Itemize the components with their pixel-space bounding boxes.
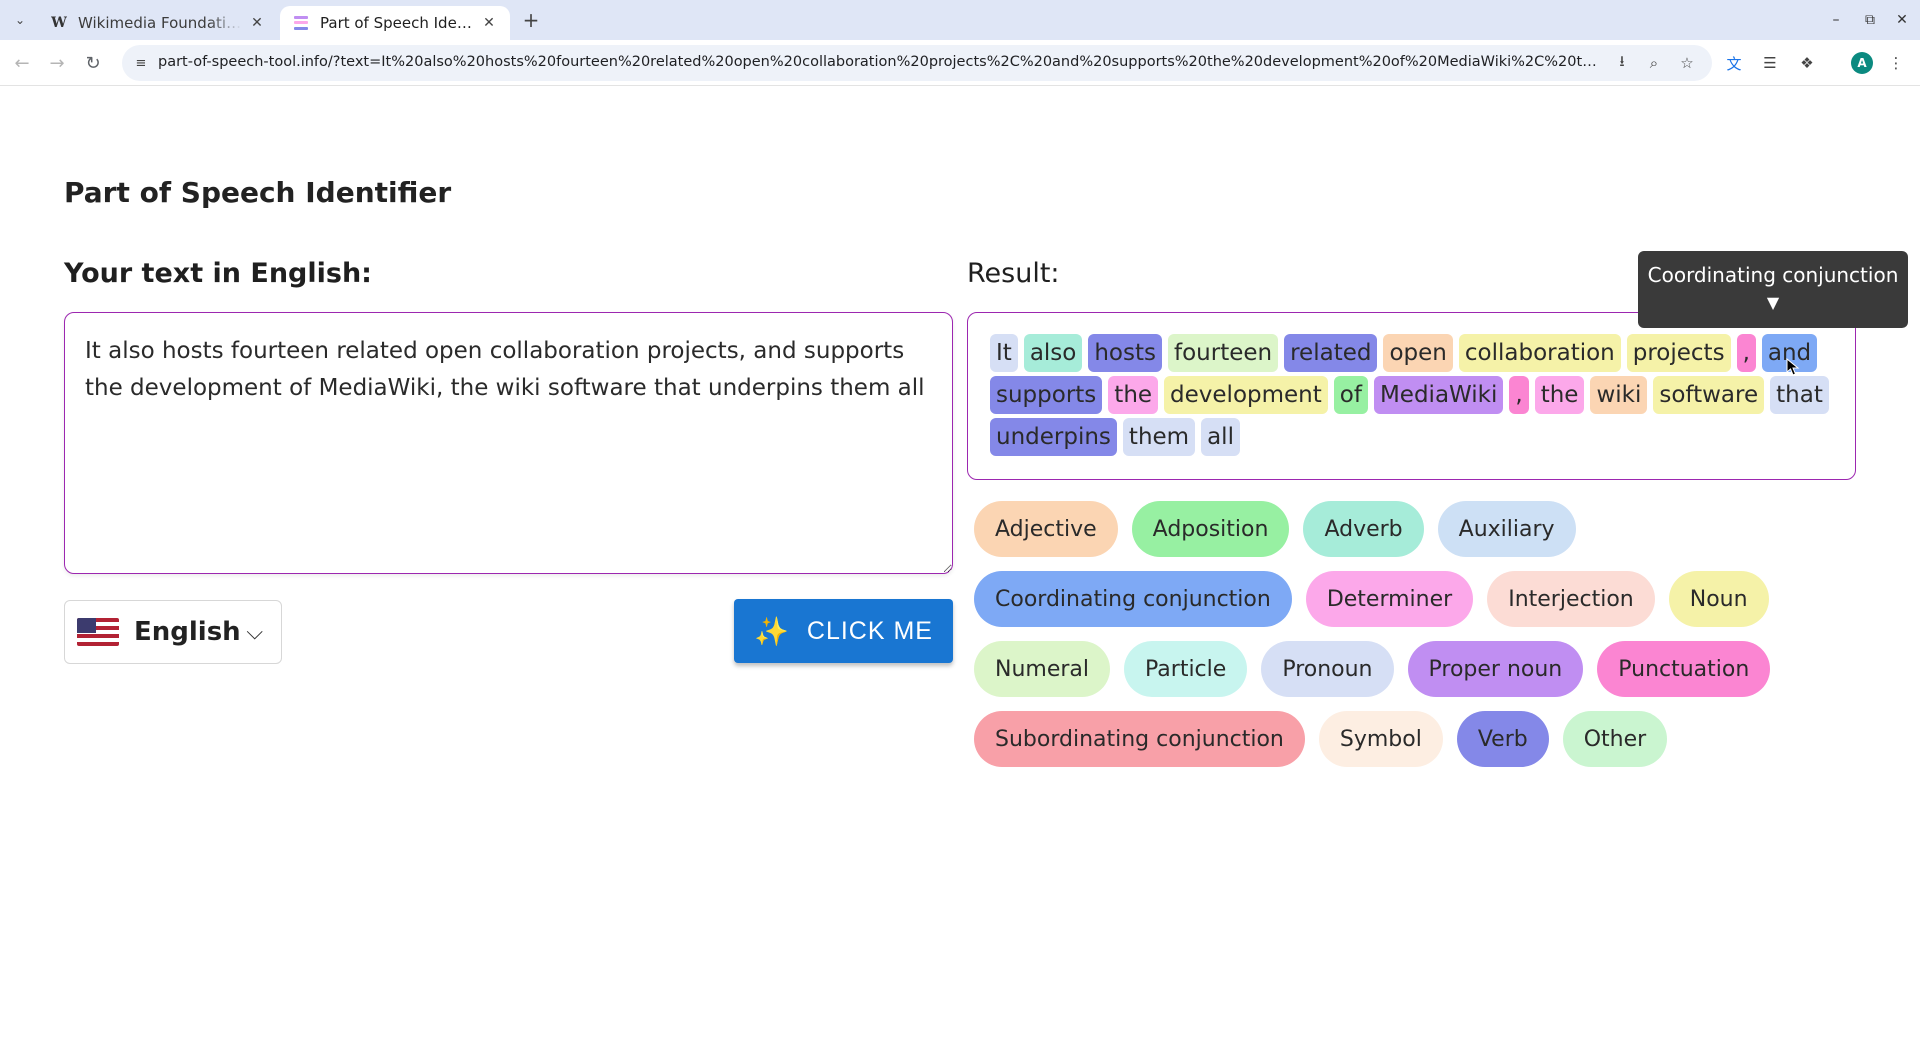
legend-chip: Adposition xyxy=(1131,501,1290,557)
result-box: It also hosts fourteen related open collaborat… xyxy=(967,312,1856,480)
legend-chip: Verb xyxy=(1456,711,1549,767)
result-token[interactable]: , xyxy=(1509,376,1529,414)
install-app-icon[interactable]: ⭳ xyxy=(1612,52,1632,73)
result-heading: Result: xyxy=(967,258,1060,289)
result-token[interactable]: that xyxy=(1770,376,1829,414)
click-me-label: CLICK ME xyxy=(806,616,933,645)
legend-chip: Adjective xyxy=(974,501,1118,557)
result-token[interactable]: also xyxy=(1023,334,1083,372)
kebab-menu-icon[interactable]: ⋮ xyxy=(1884,51,1908,75)
pos-legend: Adjective Adposition Adverb Auxiliary Coordi… xyxy=(974,501,1854,767)
site-info-icon[interactable]: ≡ xyxy=(132,54,150,72)
legend-chip: Pronoun xyxy=(1261,641,1394,697)
legend-chip: Determiner xyxy=(1305,571,1474,627)
click-me-button[interactable]: ✨ CLICK ME xyxy=(734,599,953,663)
result-token[interactable]: all xyxy=(1201,418,1240,456)
pos-tool-favicon-icon xyxy=(292,14,310,32)
legend-chip: Adverb xyxy=(1303,501,1424,557)
result-token[interactable]: them xyxy=(1122,418,1196,456)
legend-chip: Coordinating conjunction xyxy=(974,571,1292,627)
legend-chip: Punctuation xyxy=(1597,641,1771,697)
close-tab-icon[interactable]: ✕ xyxy=(248,14,266,32)
result-token[interactable]: hosts xyxy=(1088,334,1162,372)
tab-title: Wikimedia Foundation - W xyxy=(78,14,242,32)
result-token[interactable]: wiki xyxy=(1590,376,1648,414)
result-token[interactable]: , xyxy=(1736,334,1756,372)
tab-title: Part of Speech Identifier xyxy=(320,14,474,32)
zoom-icon[interactable]: ⌕ xyxy=(1644,53,1664,73)
result-token[interactable]: supports xyxy=(990,376,1103,414)
input-heading: Your text in English: xyxy=(64,258,372,289)
tab-wikimedia[interactable]: W Wikimedia Foundation - W ✕ xyxy=(38,6,278,40)
result-token[interactable]: It xyxy=(990,334,1018,372)
result-token[interactable]: MediaWiki xyxy=(1373,376,1504,414)
translate-extension-icon[interactable]: 文 xyxy=(1722,51,1746,75)
back-arrow-icon[interactable]: ← xyxy=(9,50,35,76)
legend-chip: Particle xyxy=(1124,641,1248,697)
tooltip-arrow-icon: ▼ xyxy=(1766,293,1780,312)
forward-arrow-icon[interactable]: → xyxy=(44,50,70,76)
result-token[interactable]: software xyxy=(1653,376,1765,414)
result-token[interactable]: development xyxy=(1164,376,1328,414)
magic-wand-icon: ✨ xyxy=(754,615,789,647)
result-token[interactable]: projects xyxy=(1626,334,1731,372)
legend-chip: Auxiliary xyxy=(1437,501,1576,557)
legend-chip: Noun xyxy=(1668,571,1769,627)
result-token[interactable]: fourteen xyxy=(1168,334,1279,372)
mouse-cursor-icon xyxy=(1786,358,1800,376)
result-token[interactable]: open xyxy=(1383,334,1453,372)
result-token[interactable]: underpins xyxy=(990,418,1117,456)
legend-chip: Proper noun xyxy=(1407,641,1584,697)
tooltip-text: Coordinating conjunction xyxy=(1647,263,1899,287)
tab-strip: ⌄ W Wikimedia Foundation - W ✕ Part of S… xyxy=(0,0,1920,40)
close-tab-icon[interactable]: ✕ xyxy=(480,14,498,32)
page-title: Part of Speech Identifier xyxy=(64,176,452,209)
result-token[interactable]: the xyxy=(1534,376,1585,414)
wikipedia-favicon-icon: W xyxy=(51,15,67,31)
minimize-icon[interactable]: – xyxy=(1824,8,1848,32)
new-tab-plus-icon[interactable]: + xyxy=(520,8,542,32)
language-label: English xyxy=(134,617,241,647)
profile-avatar[interactable]: A xyxy=(1851,52,1873,74)
restore-icon[interactable]: ⧉ xyxy=(1858,8,1882,32)
bookmark-star-icon[interactable]: ☆ xyxy=(1677,53,1697,73)
legend-chip: Subordinating conjunction xyxy=(974,711,1305,767)
result-token[interactable]: related xyxy=(1284,334,1378,372)
window-close-icon[interactable]: ✕ xyxy=(1890,8,1914,32)
legend-chip: Symbol xyxy=(1318,711,1443,767)
reload-icon[interactable]: ↻ xyxy=(80,50,106,76)
tab-search-chevron-icon[interactable]: ⌄ xyxy=(8,8,32,32)
tab-part-of-speech[interactable]: Part of Speech Identifier ✕ xyxy=(280,6,510,40)
pos-extension-icon[interactable]: ☰ xyxy=(1758,51,1782,75)
address-bar[interactable]: ≡ part-of-speech-tool.info/?text=It%20al… xyxy=(122,45,1712,81)
language-select[interactable]: English ⌵ xyxy=(64,600,282,664)
tooltip: Coordinating conjunction ▼ xyxy=(1638,251,1908,328)
browser-toolbar: ← → ↻ ≡ part-of-speech-tool.info/?text=I… xyxy=(0,40,1920,86)
url-text[interactable]: part-of-speech-tool.info/?text=It%20also… xyxy=(158,54,1598,70)
text-input[interactable] xyxy=(64,312,953,574)
result-token[interactable]: the xyxy=(1108,376,1159,414)
result-token[interactable]: collaboration xyxy=(1458,334,1621,372)
legend-chip: Interjection xyxy=(1487,571,1655,627)
chevron-down-icon: ⌵ xyxy=(246,619,263,645)
us-flag-icon xyxy=(77,618,119,646)
result-token[interactable]: of xyxy=(1333,376,1368,414)
extensions-puzzle-icon[interactable]: ❖ xyxy=(1795,51,1819,75)
legend-chip: Numeral xyxy=(974,641,1111,697)
legend-chip: Other xyxy=(1562,711,1668,767)
